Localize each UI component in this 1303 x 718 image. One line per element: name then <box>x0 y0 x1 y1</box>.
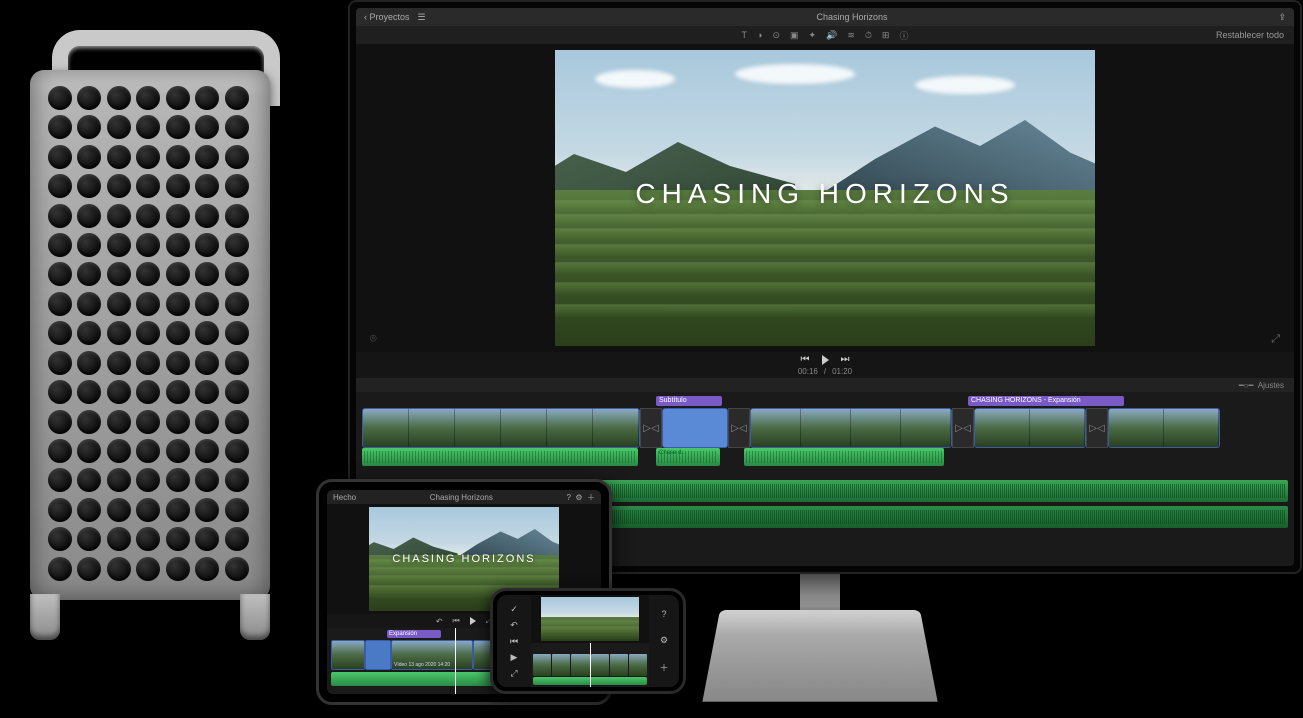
done-button[interactable]: Hecho <box>333 493 356 502</box>
titles-tool-icon[interactable]: T <box>742 30 748 40</box>
tower-feet <box>30 594 270 640</box>
crop-icon[interactable]: ▣ <box>790 30 799 41</box>
video-clip[interactable] <box>662 408 728 448</box>
play-icon[interactable]: ▶ <box>507 650 521 664</box>
play-button[interactable] <box>822 355 829 365</box>
add-icon[interactable]: ＋ <box>587 493 595 502</box>
mac-transport: ⏮ ⏭ 00:16 / 01:20 <box>356 352 1294 378</box>
settings-icon[interactable]: ⚙ <box>657 634 671 648</box>
zoom-slider-icon[interactable]: ━○━ <box>1239 381 1253 390</box>
noise-icon[interactable]: ≋ <box>847 30 855 41</box>
title-clip[interactable]: Subtítulo <box>656 396 722 406</box>
fullscreen-icon[interactable]: ⤢ <box>507 666 521 680</box>
fullscreen-icon[interactable]: ⤢ <box>1271 333 1280 346</box>
ipad-playhead[interactable] <box>455 628 456 694</box>
filter-icon[interactable]: ⊞ <box>882 30 890 41</box>
help-icon[interactable]: ? <box>657 607 671 621</box>
iphone-device: ✓ ↶ ⏮ ▶ ⤢ ? ⚙ <box>490 588 686 694</box>
share-icon[interactable]: ⇪ <box>1278 12 1286 23</box>
transition-block[interactable]: ▷◁ <box>1086 408 1108 448</box>
video-clip[interactable] <box>362 408 640 448</box>
ipad-clip[interactable] <box>331 640 365 670</box>
clip-audio[interactable] <box>744 448 944 466</box>
iphone-playhead[interactable] <box>590 643 591 687</box>
clip-audio[interactable] <box>362 448 638 466</box>
add-icon[interactable]: ＋ <box>657 661 671 675</box>
timecode-total: 01:20 <box>832 367 852 376</box>
iphone-left-controls: ✓ ↶ ⏮ ▶ ⤢ <box>497 595 531 687</box>
mac-pro-tower <box>10 30 290 640</box>
color-balance-icon[interactable]: ◑ <box>757 30 762 40</box>
iphone-viewer[interactable] <box>531 595 649 643</box>
mac-titlebar: ‹ Proyectos ☰ Chasing Horizons ⇪ <box>356 8 1294 26</box>
project-title: Chasing Horizons <box>817 12 888 22</box>
iphone-right-controls: ? ⚙ ＋ <box>649 595 679 687</box>
title-clip[interactable]: CHASING HORIZONS - Expansión <box>968 396 1124 406</box>
volume-icon[interactable]: 🔊 <box>826 30 837 41</box>
speed-icon[interactable]: ⏱ <box>865 30 872 41</box>
undo-icon[interactable]: ↶ <box>507 618 521 632</box>
imovie-app-iphone: ✓ ↶ ⏮ ▶ ⤢ ? ⚙ <box>497 595 679 687</box>
ipad-clip[interactable]: Vídeo 13 ago 2020 14:20 <box>391 640 473 670</box>
title-overlay: CHASING HORIZONS <box>555 178 1095 210</box>
mac-toolbar: T ◑ ⊙ ▣ ✦ 🔊 ≋ ⏱ ⊞ ⓘ Restablecer todo <box>356 26 1294 44</box>
skip-start-icon[interactable]: ⏮ <box>453 616 460 626</box>
back-button[interactable]: ‹ Proyectos <box>364 12 410 22</box>
help-icon[interactable]: ? <box>566 493 570 502</box>
timecode-current: 00:16 <box>798 367 818 376</box>
video-clip[interactable]: Vídeo 13 ago 2020 14:20 <box>750 408 952 448</box>
ipad-clip[interactable] <box>365 640 391 670</box>
ipad-play-button[interactable] <box>470 617 476 625</box>
tower-body <box>30 70 270 600</box>
transition-block[interactable]: ▷◁ <box>952 408 974 448</box>
monitor-stand <box>720 570 920 700</box>
stabilize-icon[interactable]: ✦ <box>809 30 817 41</box>
reset-button[interactable]: Restablecer todo <box>1216 30 1284 40</box>
transition-block[interactable]: ▷◁ <box>640 408 662 448</box>
mac-viewer[interactable]: CHASING HORIZONS ⌾ ⤢ <box>356 44 1294 352</box>
preview-frame: CHASING HORIZONS <box>555 50 1095 346</box>
video-clip[interactable] <box>1108 408 1220 448</box>
tower-grille <box>48 86 252 584</box>
mic-icon[interactable]: ⌾ <box>370 333 377 346</box>
clip-audio[interactable]: Chase d... <box>656 448 720 466</box>
video-clip[interactable] <box>974 408 1086 448</box>
color-correct-icon[interactable]: ⊙ <box>772 30 780 41</box>
settings-button[interactable]: Ajustes <box>1258 381 1284 390</box>
done-button[interactable]: ✓ <box>507 602 521 616</box>
ipad-title-overlay: CHASING HORIZONS <box>369 553 559 565</box>
settings-icon[interactable]: ⚙ <box>575 493 582 502</box>
info-icon[interactable]: ⓘ <box>899 29 908 42</box>
media-toggle-icon[interactable]: ☰ <box>418 12 426 23</box>
skip-forward-button[interactable]: ⏭ <box>841 354 850 365</box>
undo-icon[interactable]: ↶ <box>436 617 443 626</box>
iphone-timeline[interactable] <box>531 643 649 687</box>
ipad-project-title: Chasing Horizons <box>430 493 493 502</box>
ipad-titlebar: Hecho Chasing Horizons ? ⚙ ＋ <box>327 490 601 504</box>
transition-block[interactable]: ▷◁ <box>728 408 750 448</box>
skip-start-icon[interactable]: ⏮ <box>507 634 521 648</box>
skip-back-button[interactable]: ⏮ <box>801 354 810 365</box>
ipad-title-clip[interactable]: Expansión <box>387 630 441 638</box>
timeline-header: ━○━ Ajustes <box>356 378 1294 392</box>
